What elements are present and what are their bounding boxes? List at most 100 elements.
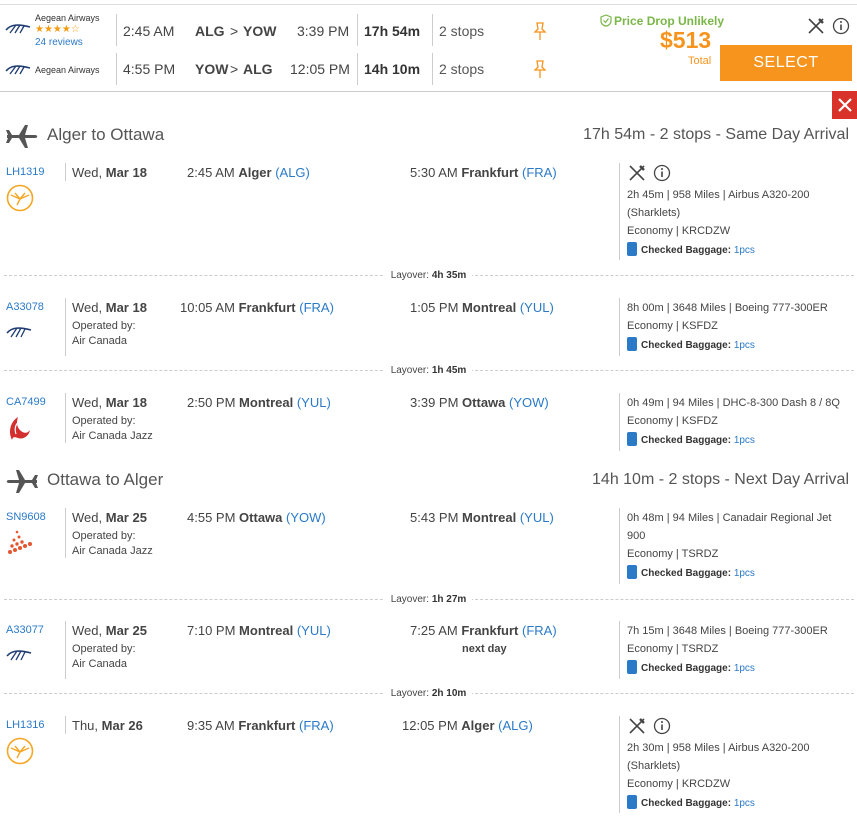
divider [65,508,66,558]
lufthansa-logo-icon [6,184,34,212]
departure-info: 2:45 AM Alger (ALG) [187,165,310,180]
flight-number-link[interactable]: A33078 [6,301,44,313]
departure-info: 4:55 PM Ottawa (YOW) [187,510,326,525]
segment-details: 2h 45m | 958 Miles | Airbus A320-200 (Sh… [627,189,810,237]
top-divider [0,4,857,5]
segment-details: 8h 00m | 3648 Miles | Boeing 777-300ER E… [627,302,828,332]
checked-baggage: Checked Baggage: 1pcs [627,432,755,446]
flight-number-link[interactable]: CA7499 [6,396,46,408]
baggage-link[interactable]: 1pcs [734,663,755,674]
trip-duration: 17h 54m [364,23,421,39]
destination-code: YOW [243,23,277,39]
divider [619,393,620,451]
fork-knife-icon [629,165,645,181]
shield-check-icon [600,14,612,27]
outbound-summary: 17h 54m - 2 stops - Same Day Arrival [583,126,849,143]
departure-time: 4:55 PM [123,61,176,77]
segment-date: Wed, Mar 18 [72,395,147,410]
divider [619,508,620,584]
divider [619,163,620,260]
fork-knife-icon [629,718,645,734]
divider [432,14,433,46]
air-china-logo-icon [10,417,30,440]
checked-baggage: Checked Baggage: 1pcs [627,242,755,256]
aegean-logo-icon [6,650,32,661]
segment-details: 2h 30m | 958 Miles | Airbus A320-200 (Sh… [627,742,810,790]
luggage-icon [627,432,637,446]
segment-date: Wed, Mar 25 [72,623,147,638]
info-circle-icon[interactable] [653,164,671,182]
departure-info: 10:05 AM Frankfurt (FRA) [180,300,334,315]
airline-name: Aegean Airways [35,65,100,75]
flight-number-link[interactable]: LH1319 [6,166,45,178]
route-arrow: > [230,23,239,39]
operated-by: Operated by: Air Canada Jazz [72,530,153,557]
luggage-icon [627,242,637,256]
baggage-link[interactable]: 1pcs [734,568,755,579]
arrival-info: 7:25 AM Frankfurt (FRA) [410,623,557,638]
segment-details: 0h 48m | 94 Miles | Canadair Regional Je… [627,512,832,560]
segment-date: Thu, Mar 26 [72,718,143,733]
divider [65,621,66,679]
flight-summary-card: Aegean Airways ★★★★☆ 24 reviews 2:45 AM … [0,0,857,92]
price-drop-indicator: Price Drop Unlikely [600,14,724,28]
departure-info: 9:35 AM Frankfurt (FRA) [187,718,334,733]
segment-date: Wed, Mar 18 [72,300,147,315]
divider [432,53,433,85]
divider [116,53,117,85]
segment-details: 0h 49m | 94 Miles | DHC-8-300 Dash 8 / 8… [627,397,840,427]
airline-name: Aegean Airways [35,13,100,23]
next-day-note: next day [462,643,507,655]
aegean-logo-icon [5,24,31,34]
checked-baggage: Checked Baggage: 1pcs [627,660,755,674]
checked-baggage: Checked Baggage: 1pcs [627,337,755,351]
flight-number-link[interactable]: SN9608 [6,511,46,523]
baggage-link[interactable]: 1pcs [734,798,755,809]
trip-duration: 14h 10m [364,61,421,77]
stops-count: 2 stops [439,23,485,39]
select-button[interactable]: SELECT [720,45,852,81]
layover-info: Layover: 2h 10m [0,688,857,699]
divider [65,393,66,443]
close-button[interactable] [832,91,857,119]
destination-code: ALG [243,61,273,77]
origin-code: ALG [195,23,225,39]
departure-time: 2:45 AM [123,23,175,39]
flight-number-link[interactable]: A33077 [6,624,44,636]
luggage-icon [627,337,637,351]
info-circle-icon[interactable] [653,717,671,735]
lufthansa-logo-icon [6,737,34,765]
stops-count: 2 stops [439,61,485,77]
baggage-link[interactable]: 1pcs [734,340,755,351]
summary-row-outbound[interactable]: Aegean Airways ★★★★☆ 24 reviews 2:45 AM … [0,12,590,48]
airplane-icon [6,125,38,148]
layover-info: Layover: 4h 35m [0,270,857,281]
info-circle-icon[interactable] [832,17,850,35]
divider [116,14,117,46]
baggage-link[interactable]: 1pcs [734,435,755,446]
close-icon [837,98,852,112]
outbound-title: Alger to Ottawa [47,125,165,144]
checked-baggage: Checked Baggage: 1pcs [627,795,755,809]
arrival-info: 3:39 PM Ottawa (YOW) [410,395,549,410]
divider [619,298,620,356]
luggage-icon [627,795,637,809]
arrival-time: 3:39 PM [297,23,350,39]
operated-by: Operated by: Air Canada Jazz [72,415,153,442]
reviews-link[interactable]: 24 reviews [35,37,83,48]
divider [619,621,620,679]
pin-icon[interactable] [533,59,547,79]
rating-stars: ★★★★☆ [35,24,80,35]
summary-row-return[interactable]: Aegean Airways 4:55 PM YOW > ALG 12:05 P… [0,51,590,87]
arrival-info: 12:05 PM Alger (ALG) [402,718,533,733]
baggage-link[interactable]: 1pcs [734,245,755,256]
return-summary: 14h 10m - 2 stops - Next Day Arrival [592,471,849,488]
divider [357,53,358,85]
arrival-time: 12:05 PM [290,61,350,77]
layover-info: Layover: 1h 45m [0,365,857,376]
total-price: $513 [660,27,712,53]
flight-number-link[interactable]: LH1316 [6,719,45,731]
pin-icon[interactable] [533,21,547,41]
aegean-logo-icon [5,65,31,75]
divider [357,14,358,46]
